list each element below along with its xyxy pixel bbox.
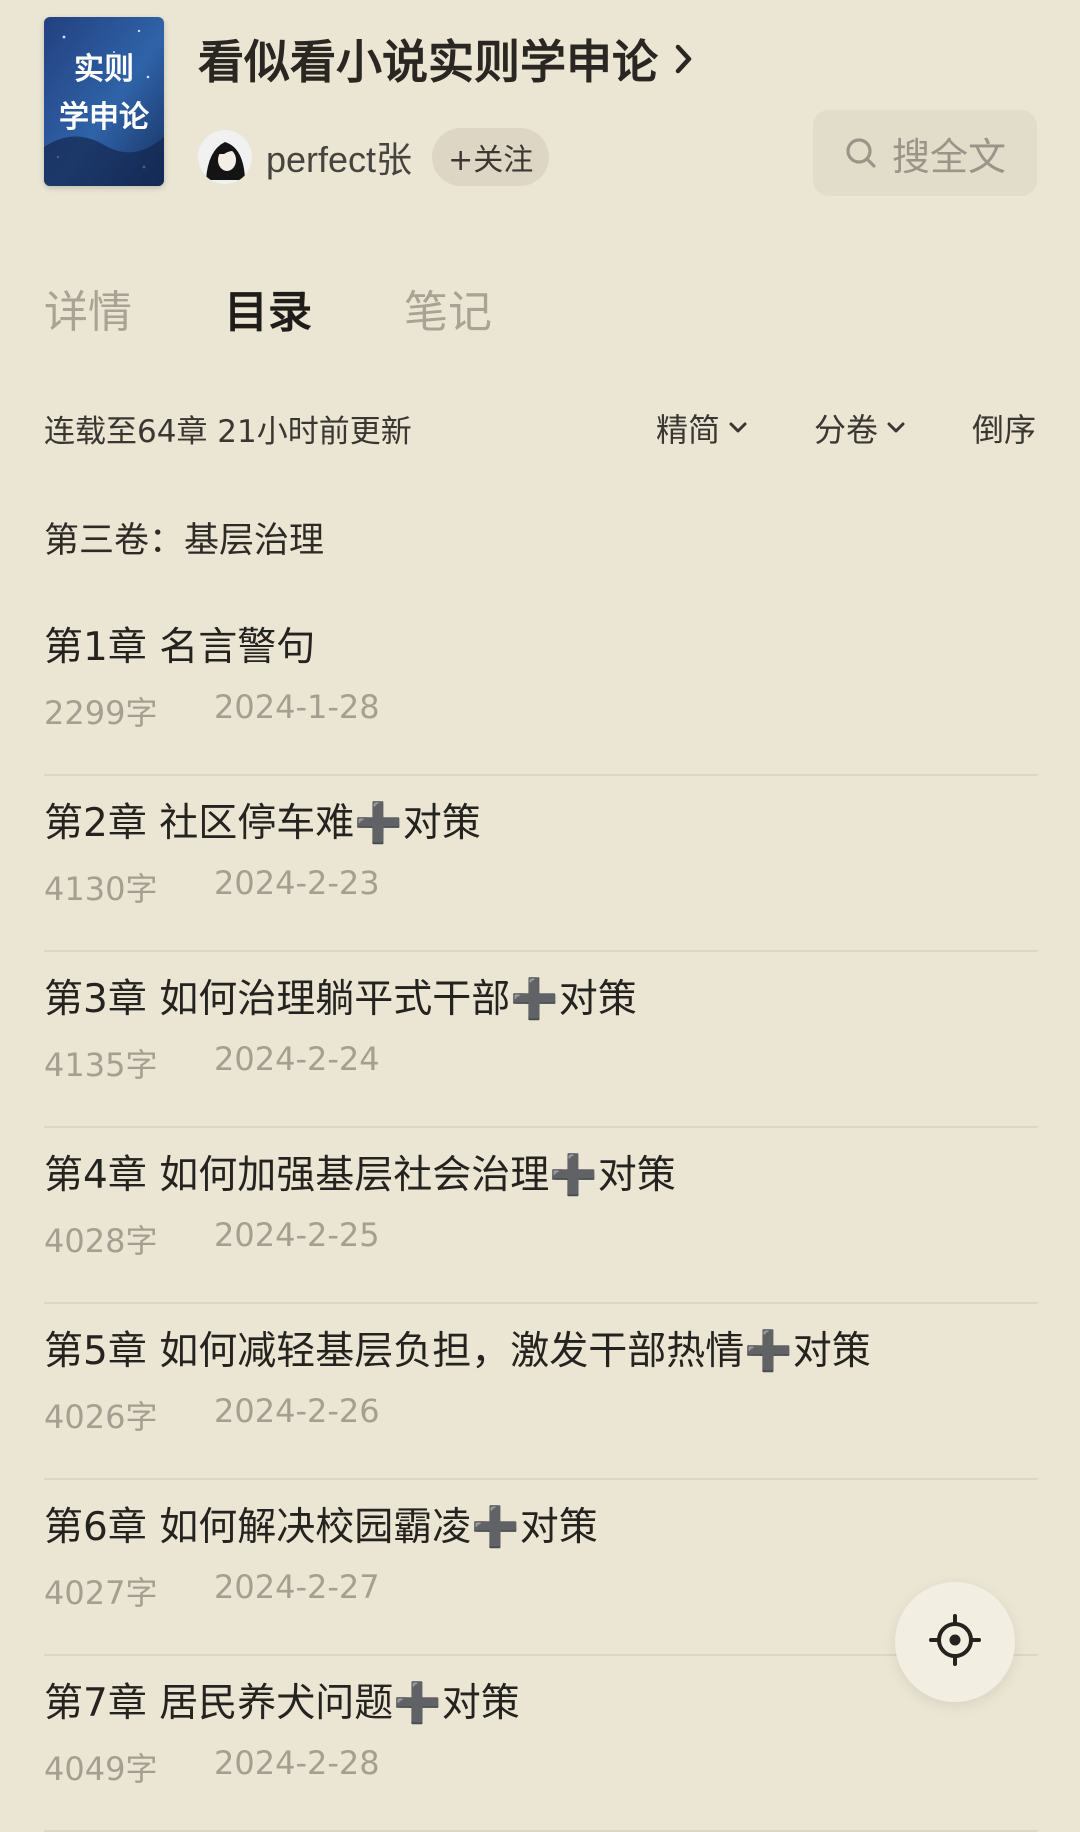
book-cover-art: 实则 学申论 <box>44 17 164 186</box>
chapter-meta: 4026字 2024-2-26 <box>44 1392 380 1438</box>
chapter-date: 2024-2-26 <box>214 1392 380 1430</box>
chapter-meta: 2299字 2024-1-28 <box>44 688 380 734</box>
tab-details[interactable]: 详情 <box>44 276 132 340</box>
catalog-controls: 精简 分卷 倒序 <box>656 405 1036 451</box>
chapter-item[interactable]: 第5章 如何减轻基层负担，激发干部热情➕对策 4026字 2024-2-26 <box>44 1304 1038 1480</box>
chapter-item[interactable]: 第4章 如何加强基层社会治理➕对策 4028字 2024-2-25 <box>44 1128 1038 1304</box>
volume-dropdown[interactable]: 分卷 <box>814 405 906 451</box>
search-icon <box>844 136 878 170</box>
chapter-title: 第1章 名言警句 <box>44 625 316 670</box>
reverse-order-button[interactable]: 倒序 <box>972 405 1036 451</box>
chapter-word-count: 4049字 <box>44 1750 158 1788</box>
chapter-title: 第6章 如何解决校园霸凌➕对策 <box>44 1505 598 1550</box>
chapter-meta: 4049字 2024-2-28 <box>44 1744 380 1790</box>
search-full-text-button[interactable]: 搜全文 <box>813 110 1037 196</box>
chapter-item[interactable]: 第3章 如何治理躺平式干部➕对策 4135字 2024-2-24 <box>44 952 1038 1128</box>
chapter-item[interactable]: 第2章 社区停车难➕对策 4130字 2024-2-23 <box>44 776 1038 952</box>
simple-view-dropdown[interactable]: 精简 <box>656 405 748 451</box>
chapter-date: 2024-2-24 <box>214 1040 380 1078</box>
book-title[interactable]: 看似看小说实则学申论 <box>198 26 694 92</box>
search-button-label: 搜全文 <box>891 134 1006 179</box>
simple-view-label: 精简 <box>655 411 720 449</box>
chapter-item[interactable]: 第6章 如何解决校园霸凌➕对策 4027字 2024-2-27 <box>44 1480 1038 1656</box>
chapter-word-count: 4027字 <box>44 1574 158 1612</box>
chapter-date: 2024-2-27 <box>214 1568 380 1606</box>
chapter-title: 第2章 社区停车难➕对策 <box>44 801 481 846</box>
volume-dropdown-label: 分卷 <box>813 411 878 449</box>
chapter-date: 2024-2-23 <box>214 864 380 902</box>
chapter-meta: 4130字 2024-2-23 <box>44 864 380 910</box>
chapter-meta: 4028字 2024-2-25 <box>44 1216 380 1262</box>
chapter-word-count: 2299字 <box>44 694 158 732</box>
chapter-word-count: 4130字 <box>44 870 158 908</box>
chapter-title: 第7章 居民养犬问题➕对策 <box>44 1681 520 1726</box>
avatar[interactable] <box>198 130 252 184</box>
chapter-word-count: 4026字 <box>44 1398 158 1436</box>
volume-heading: 第三卷：基层治理 <box>44 521 325 561</box>
chapter-word-count: 4135字 <box>44 1046 158 1084</box>
follow-button[interactable]: +关注 <box>432 128 550 186</box>
follow-button-label: +关注 <box>448 143 534 178</box>
author-row: perfect张 +关注 <box>198 127 550 187</box>
cover-title-line1: 实则 <box>74 52 134 87</box>
chapter-date: 2024-2-25 <box>214 1216 380 1254</box>
chevron-down-icon <box>728 421 748 435</box>
chapter-item[interactable]: 第7章 居民养犬问题➕对策 4049字 2024-2-28 <box>44 1656 1038 1832</box>
locate-current-chapter-button[interactable] <box>895 1582 1015 1702</box>
chapter-item[interactable]: 第1章 名言警句 2299字 2024-1-28 <box>44 600 1038 776</box>
chapter-meta: 4135字 2024-2-24 <box>44 1040 380 1086</box>
tab-notes[interactable]: 笔记 <box>404 276 492 340</box>
chapter-word-count: 4028字 <box>44 1222 158 1260</box>
chapter-title: 第4章 如何加强基层社会治理➕对策 <box>44 1153 676 1198</box>
tab-catalog[interactable]: 目录 <box>224 276 312 340</box>
book-cover[interactable]: 实则 学申论 <box>44 17 164 186</box>
author-name[interactable]: perfect张 <box>266 131 412 183</box>
catalog-meta-row: 连载至64章 21小时前更新 精简 分卷 倒序 <box>44 403 1036 453</box>
chevron-down-icon <box>886 421 906 435</box>
tab-bar: 详情 目录 笔记 <box>44 275 584 341</box>
book-header: 实则 学申论 看似看小说实则学申论 perfect张 +关注 搜全文 <box>0 0 1080 230</box>
chapter-list: 第1章 名言警句 2299字 2024-1-28 第2章 社区停车难➕对策 41… <box>44 600 1038 1832</box>
chapter-title: 第5章 如何减轻基层负担，激发干部热情➕对策 <box>44 1329 871 1374</box>
update-status: 连载至64章 21小时前更新 <box>44 413 412 450</box>
chevron-right-icon <box>674 43 694 75</box>
chapter-title: 第3章 如何治理躺平式干部➕对策 <box>44 977 637 1022</box>
chapter-date: 2024-2-28 <box>214 1744 380 1782</box>
chapter-date: 2024-1-28 <box>214 688 380 726</box>
chapter-meta: 4027字 2024-2-27 <box>44 1568 380 1614</box>
book-title-text: 看似看小说实则学申论 <box>198 35 658 89</box>
reverse-order-label: 倒序 <box>971 411 1036 449</box>
locate-icon <box>927 1612 983 1672</box>
cover-title-line2: 学申论 <box>59 100 150 135</box>
